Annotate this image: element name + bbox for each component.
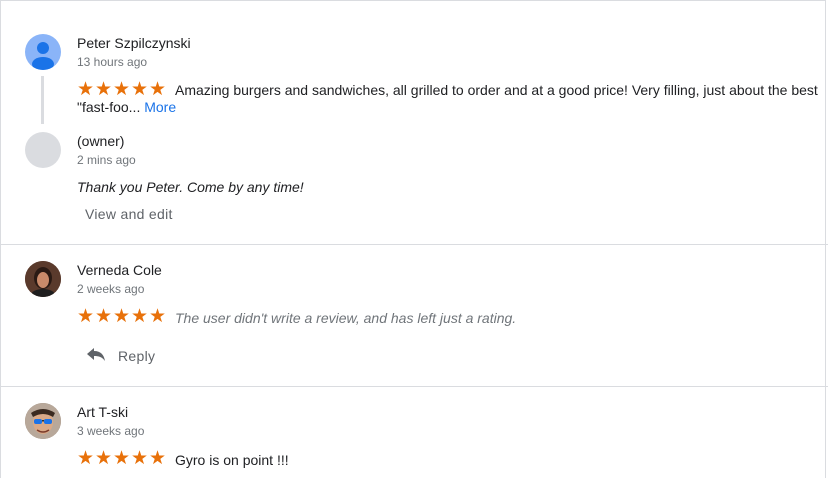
review-divider: [0, 244, 828, 245]
star-icon: ★: [149, 305, 167, 327]
rating-only-note: The user didn't write a review, and has …: [175, 310, 517, 326]
star-icon: ★: [131, 305, 149, 327]
view-and-edit-button[interactable]: View and edit: [85, 206, 173, 222]
star-icon: ★: [131, 447, 149, 469]
default-avatar-icon[interactable]: [25, 34, 61, 70]
owner-avatar: [25, 132, 61, 168]
owner-reply-time: 2 mins ago: [77, 153, 136, 167]
more-link[interactable]: More: [144, 99, 176, 115]
star-icon: ★: [113, 305, 131, 327]
reviewer-name[interactable]: Verneda Cole: [77, 262, 162, 278]
review-time: 2 weeks ago: [77, 282, 145, 296]
reviewer-avatar[interactable]: [25, 403, 61, 439]
review-time: 13 hours ago: [77, 55, 148, 69]
review-body: Amazing burgers and sandwiches, all gril…: [77, 82, 818, 115]
star-rating: ★ ★ ★ ★ ★: [77, 307, 166, 326]
reply-label: Reply: [118, 348, 156, 364]
reply-thread-line: [41, 76, 44, 124]
star-icon: ★: [95, 305, 113, 327]
star-icon: ★: [77, 305, 95, 327]
review-divider: [0, 386, 828, 387]
owner-reply-text: Thank you Peter. Come by any time!: [77, 179, 304, 195]
reply-button[interactable]: Reply: [86, 344, 166, 366]
star-icon: ★: [77, 447, 95, 469]
star-icon: ★: [149, 447, 167, 469]
reply-arrow-icon: [87, 348, 105, 361]
reviewer-avatar[interactable]: [25, 261, 61, 297]
reviewer-name[interactable]: Art T-ski: [77, 404, 128, 420]
owner-name: (owner): [77, 133, 125, 149]
star-rating: ★ ★ ★ ★ ★: [77, 449, 166, 468]
reviewer-name[interactable]: Peter Szpilczynski: [77, 35, 191, 51]
review-body: Gyro is on point !!!: [175, 452, 289, 468]
review-text: Amazing burgers and sandwiches, all gril…: [77, 82, 822, 116]
star-icon: ★: [113, 447, 131, 469]
star-icon: ★: [95, 447, 113, 469]
review-time: 3 weeks ago: [77, 424, 145, 438]
